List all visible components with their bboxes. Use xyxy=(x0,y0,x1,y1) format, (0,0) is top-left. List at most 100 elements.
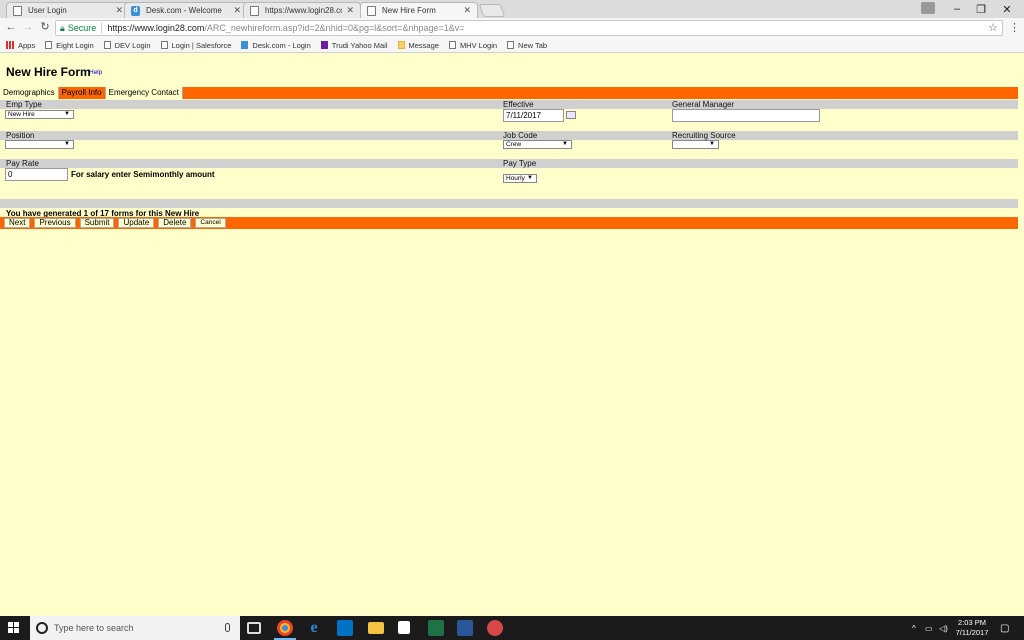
cortana-icon xyxy=(36,622,48,634)
browser-tab-label: Desk.com - Welcome xyxy=(146,6,222,15)
bookmark-star-icon[interactable]: ☆ xyxy=(988,21,998,34)
help-link[interactable]: Help xyxy=(89,69,102,76)
general-manager-input[interactable] xyxy=(672,109,820,122)
emp-type-select[interactable]: New Hire ▼ xyxy=(5,110,74,119)
tab-emergency-contact[interactable]: Emergency Contact xyxy=(105,87,183,99)
clock-date: 7/11/2017 xyxy=(955,628,989,637)
page-icon xyxy=(13,5,22,16)
close-icon[interactable]: ✕ xyxy=(346,5,354,16)
position-select[interactable]: ▼ xyxy=(5,140,74,149)
url-host: https://www.login28.com xyxy=(107,23,205,33)
chevron-down-icon: ▼ xyxy=(562,141,568,147)
chrome-icon[interactable] xyxy=(274,620,296,640)
address-bar[interactable]: 🔒︎ Secure https://www.login28.com /ARC_n… xyxy=(55,20,1003,36)
previous-button[interactable]: Previous xyxy=(34,218,76,228)
page-icon xyxy=(250,5,259,16)
back-button[interactable]: ← xyxy=(4,20,18,34)
bookmark-apps[interactable]: Apps xyxy=(6,41,35,50)
browser-tab-label: User Login xyxy=(28,6,67,15)
file-explorer-icon[interactable] xyxy=(368,622,384,634)
page-icon xyxy=(45,41,53,49)
close-window-button[interactable]: ✕ xyxy=(990,0,1024,18)
recruiting-source-select[interactable]: ▼ xyxy=(672,140,719,149)
user-profile-icon[interactable] xyxy=(921,2,935,14)
new-tab-button[interactable] xyxy=(478,4,506,17)
bookmark-eight-login[interactable]: Eight Login xyxy=(45,41,94,50)
next-button[interactable]: Next xyxy=(4,218,31,228)
pay-rate-label: Pay Rate xyxy=(0,159,497,168)
bookmark-label: Desk.com - Login xyxy=(252,40,311,50)
taskbar-search-box[interactable]: Type here to search xyxy=(30,616,240,640)
secure-label: Secure xyxy=(68,23,103,33)
bookmark-label: MHV Login xyxy=(459,40,498,50)
edge-icon[interactable]: e xyxy=(306,620,322,636)
taskbar-clock[interactable]: 2:03 PM 7/11/2017 xyxy=(950,618,994,638)
reload-button[interactable]: ↻ xyxy=(38,20,52,34)
recruiting-source-label: Recruiting Source xyxy=(666,131,1018,140)
browser-tab-user-login[interactable]: User Login ✕ xyxy=(6,2,130,18)
url-path: /ARC_newhireform.asp?id=2&nhid=0&pg=l&so… xyxy=(204,23,465,33)
tray-chevron-icon[interactable]: ^ xyxy=(912,616,916,640)
chevron-down-icon: ▼ xyxy=(709,141,715,147)
bookmark-trudi-yahoo-mail[interactable]: Trudi Yahoo Mail xyxy=(320,40,388,50)
page-icon xyxy=(103,41,111,49)
chevron-down-icon: ▼ xyxy=(64,141,70,147)
effective-label: Effective xyxy=(497,100,666,109)
bookmark-mhv-login[interactable]: MHV Login xyxy=(448,40,498,50)
bookmark-label: New Tab xyxy=(518,40,548,50)
update-button[interactable]: Update xyxy=(118,218,155,228)
browser-menu-icon[interactable]: ⋮ xyxy=(1009,21,1020,34)
notification-icon[interactable]: ▢ xyxy=(1000,616,1009,640)
submit-button[interactable]: Submit xyxy=(79,218,115,228)
word-icon[interactable] xyxy=(457,620,473,636)
volume-icon[interactable]: ◁) xyxy=(939,616,948,640)
browser-tab-new-hire-form[interactable]: New Hire Form ✕ xyxy=(360,2,478,18)
position-label: Position xyxy=(0,131,497,140)
browser-tab-label: New Hire Form xyxy=(382,6,436,15)
tab-payroll-info[interactable]: Payroll Info xyxy=(58,87,106,99)
effective-date-input[interactable]: 7/11/2017 xyxy=(503,109,564,122)
bookmark-dev-login[interactable]: DEV Login xyxy=(103,40,151,50)
close-icon[interactable]: ✕ xyxy=(233,5,241,16)
forward-button[interactable]: → xyxy=(21,20,35,34)
bookmark-login-salesforce[interactable]: Login | Salesforce xyxy=(160,40,232,50)
delete-button[interactable]: Delete xyxy=(158,218,192,228)
cancel-button[interactable]: Cancel xyxy=(195,218,226,228)
network-icon[interactable]: ▭ xyxy=(925,616,933,640)
pay-type-value: Hourly xyxy=(506,175,525,182)
page-icon xyxy=(448,41,456,49)
job-code-select[interactable]: Crew ▼ xyxy=(503,140,572,149)
close-icon[interactable]: ✕ xyxy=(115,5,123,16)
bookmark-label: DEV Login xyxy=(114,40,151,50)
bookmark-desk-login[interactable]: Desk.com - Login xyxy=(241,40,311,50)
browser-toolbar: ← → ↻ 🔒︎ Secure https://www.login28.com … xyxy=(0,18,1024,38)
microphone-icon[interactable] xyxy=(225,623,230,632)
page-icon xyxy=(507,41,515,49)
browser-tab-desk-welcome[interactable]: d Desk.com - Welcome ✕ xyxy=(124,2,248,18)
paint-icon[interactable] xyxy=(487,620,503,636)
job-code-label: Job Code xyxy=(497,131,666,140)
tab-demographics[interactable]: Demographics xyxy=(0,87,59,99)
taskbar-search-placeholder: Type here to search xyxy=(54,623,134,633)
bookmark-new-tab[interactable]: New Tab xyxy=(507,41,547,50)
bookmark-label: Login | Salesforce xyxy=(171,40,232,50)
browser-tab-login28[interactable]: https://www.login28.com ✕ xyxy=(243,2,361,18)
pay-rate-input[interactable]: 0 xyxy=(5,168,68,181)
calendar-icon[interactable] xyxy=(566,111,576,119)
store-icon[interactable] xyxy=(398,621,410,634)
taskbar: Type here to search e ^ ▭ ◁) 2:03 PM 7/1… xyxy=(0,616,1024,640)
bookmark-label: Trudi Yahoo Mail xyxy=(331,40,388,50)
job-code-value: Crew xyxy=(506,141,522,148)
close-icon[interactable]: ✕ xyxy=(463,5,471,16)
clock-time: 2:03 PM xyxy=(958,618,986,627)
browser-tab-label: https://www.login28.com xyxy=(265,6,342,15)
outlook-icon[interactable] xyxy=(337,620,353,636)
bookmark-message[interactable]: Message xyxy=(397,41,439,50)
lock-icon: 🔒︎ xyxy=(60,22,65,33)
pay-type-label: Pay Type xyxy=(497,159,1018,168)
task-view-icon[interactable] xyxy=(247,622,261,634)
pay-type-select[interactable]: Hourly ▼ xyxy=(503,174,537,183)
windows-start-icon[interactable] xyxy=(8,622,20,634)
excel-icon[interactable] xyxy=(428,620,444,636)
form-button-bar: Next Previous Submit Update Delete Cance… xyxy=(0,217,1018,229)
